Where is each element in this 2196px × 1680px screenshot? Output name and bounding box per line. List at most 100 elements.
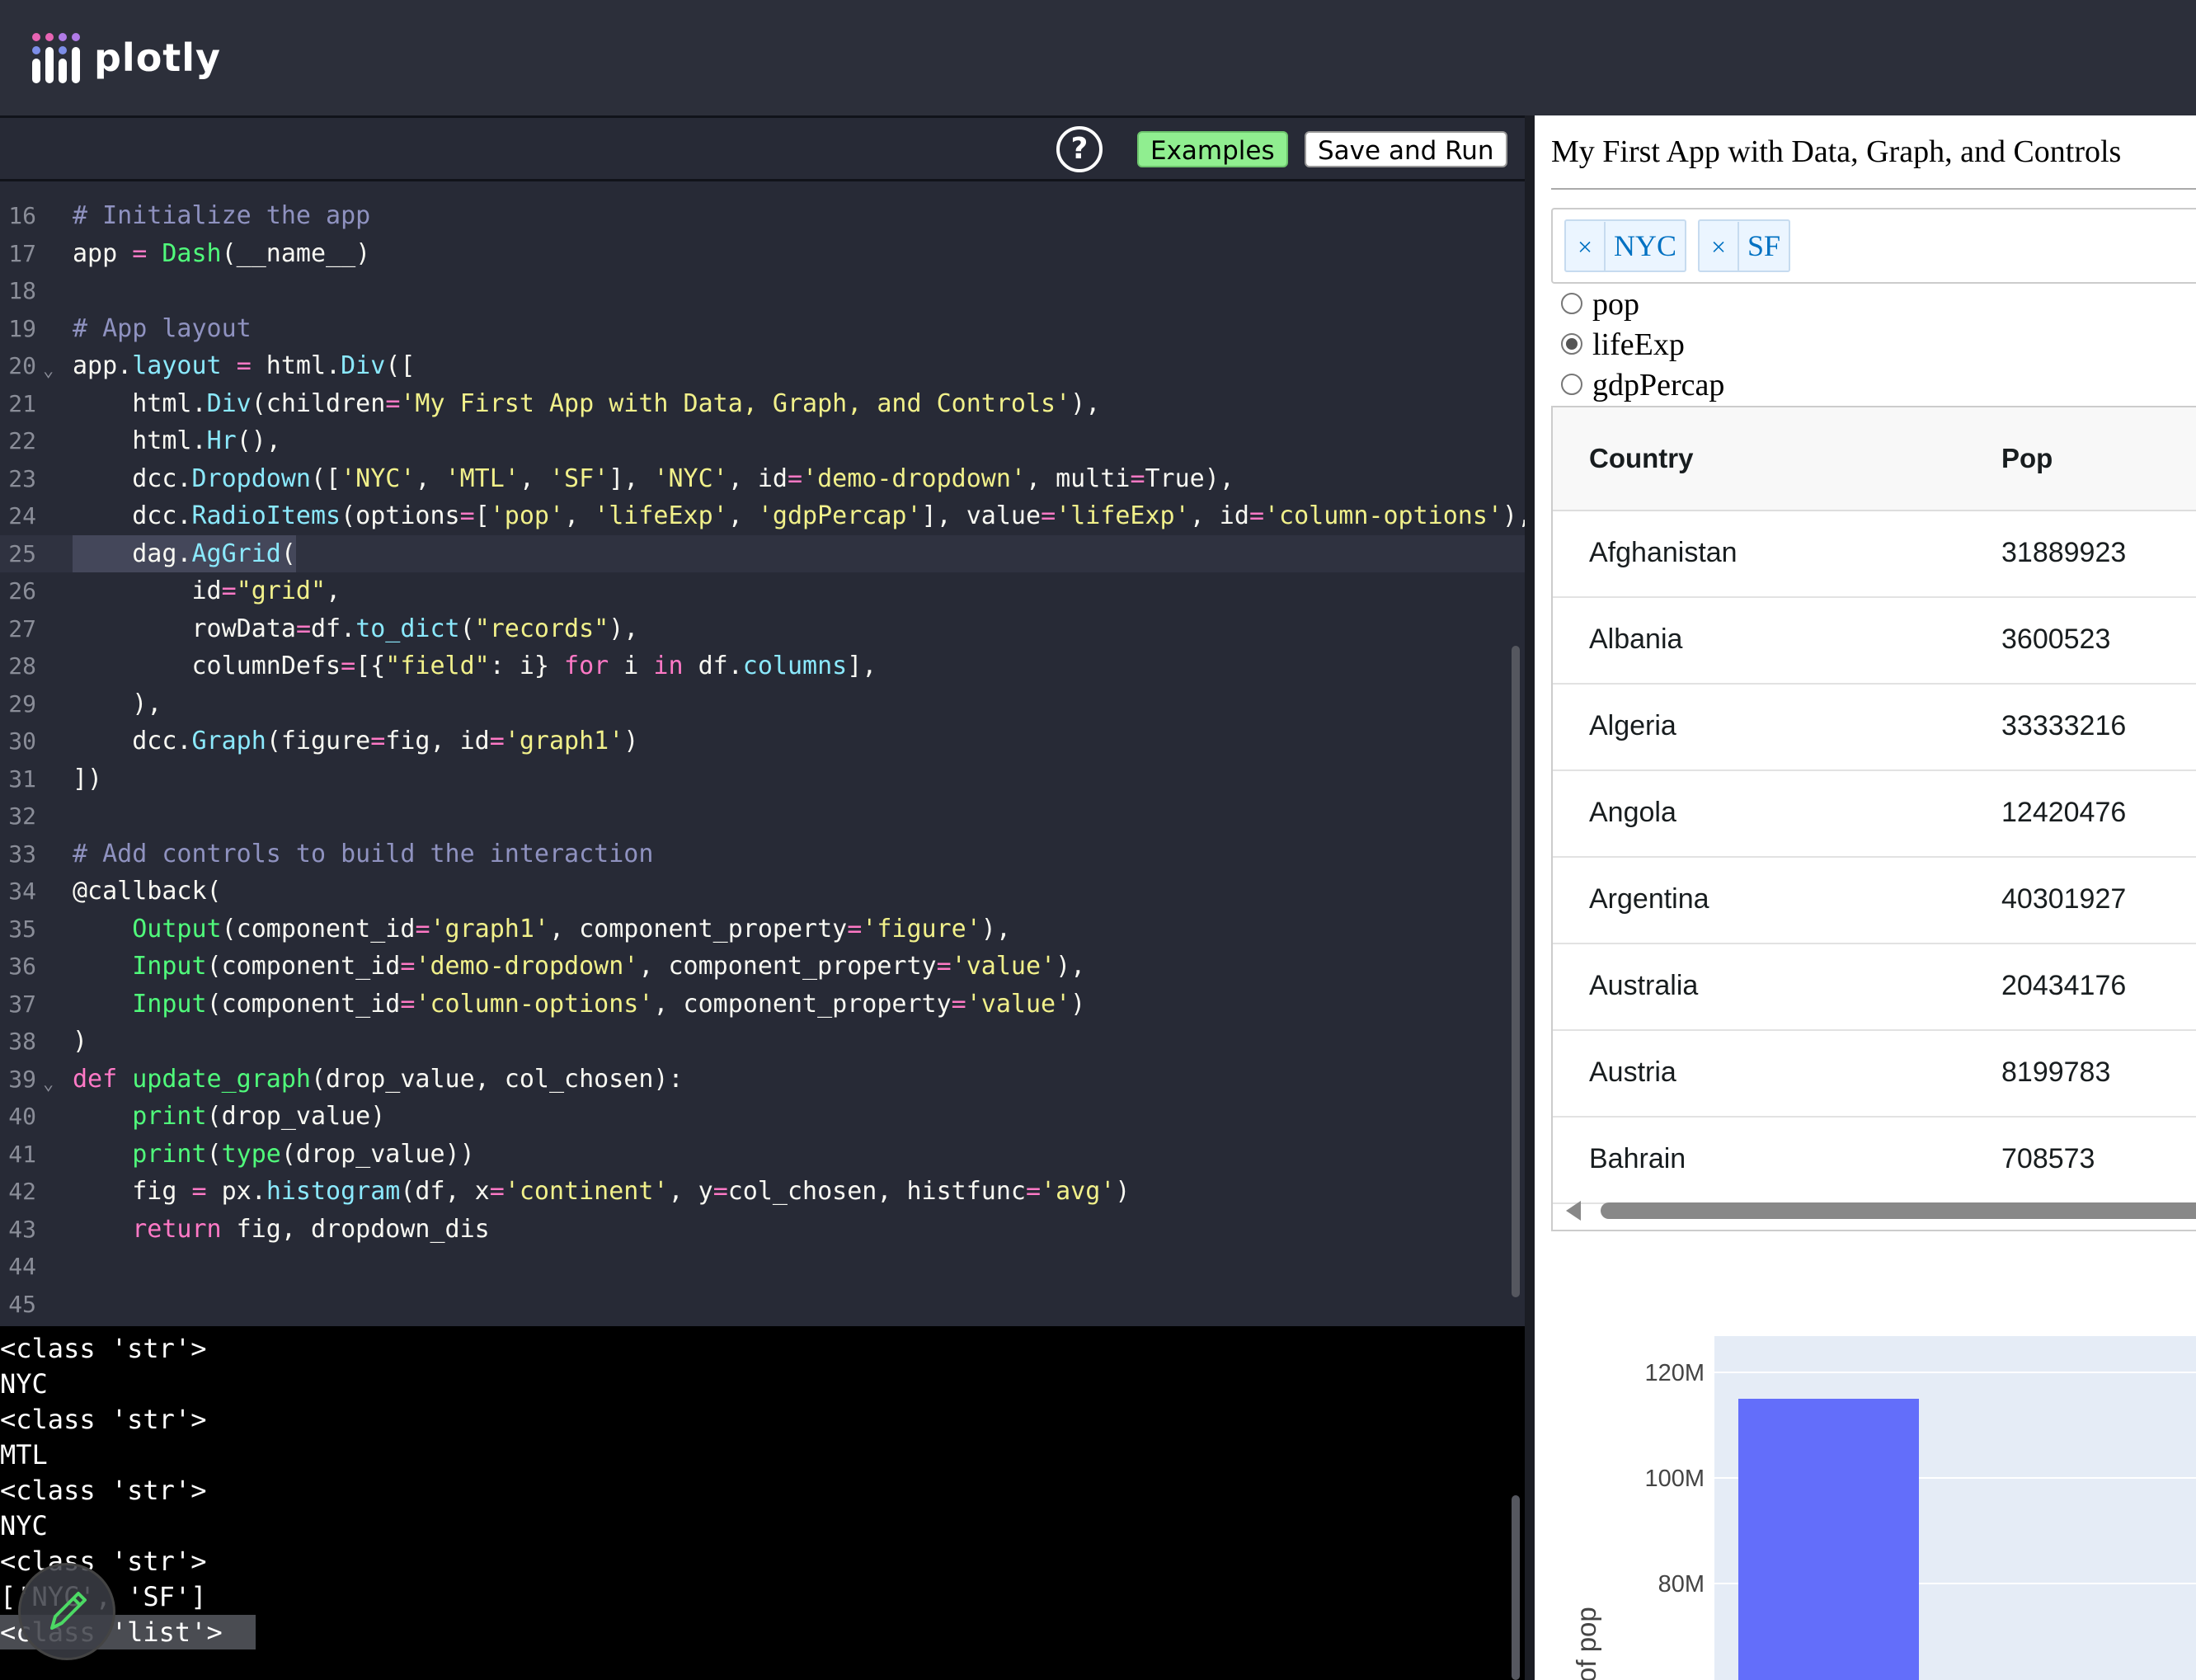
cell-country: Bahrain	[1589, 1143, 1686, 1174]
code-text: # App layout	[73, 313, 252, 343]
code-line[interactable]: 26 id="grid",	[0, 572, 1525, 610]
chip-label: NYC	[1614, 229, 1677, 262]
help-icon[interactable]: ?	[1056, 126, 1103, 172]
remove-icon[interactable]: ×	[1566, 222, 1606, 271]
scrollbar-thumb[interactable]	[1601, 1202, 2196, 1219]
code-line[interactable]: 34 @callback(	[0, 873, 1525, 911]
code-area[interactable]: 16 # Initialize the app 17 app = Dash(__nam…	[0, 179, 1525, 1329]
code-line[interactable]: 40 print(drop_value)	[0, 1098, 1525, 1136]
code-text: dcc.Dropdown(['NYC', 'MTL', 'SF'], 'NYC'…	[73, 464, 1234, 493]
table-row[interactable]: Austria 8199783	[1553, 1029, 2196, 1118]
code-line[interactable]: 24 dcc.RadioItems(options=['pop', 'lifeE…	[0, 497, 1525, 535]
code-line[interactable]: 32	[0, 798, 1525, 835]
line-number: 42	[8, 1178, 36, 1205]
code-line[interactable]: 17 app = Dash(__name__)	[0, 235, 1525, 273]
radio-circle-icon[interactable]	[1561, 293, 1582, 315]
scroll-left-icon[interactable]	[1566, 1201, 1581, 1221]
table-row[interactable]: Bahrain 708573	[1553, 1116, 2196, 1204]
code-line[interactable]: 45	[0, 1286, 1525, 1324]
app-title: My First App with Data, Graph, and Contr…	[1551, 134, 2122, 169]
table-row[interactable]: Algeria 33333216	[1553, 683, 2196, 771]
code-text: ])	[73, 764, 103, 793]
code-line[interactable]: 29 ),	[0, 685, 1525, 723]
grid-header: Country Pop	[1553, 407, 2196, 511]
cell-pop: 31889923	[2001, 537, 2127, 568]
radio-circle-selected-icon[interactable]	[1561, 333, 1582, 355]
histogram-chart[interactable]: 120M 100M 80M 60M of pop	[1535, 1336, 2196, 1680]
remove-icon[interactable]: ×	[1700, 222, 1739, 271]
city-dropdown[interactable]: × NYC × SF	[1551, 208, 2196, 284]
code-line[interactable]: 35 Output(component_id='graph1', compone…	[0, 911, 1525, 948]
console-line: NYC	[0, 1510, 48, 1541]
code-line[interactable]: 20 ⌄ app.layout = html.Div([	[0, 347, 1525, 385]
code-text: html.Div(children='My First App with Dat…	[73, 388, 1101, 418]
examples-button[interactable]: Examples	[1137, 131, 1288, 167]
code-line[interactable]: 25 dag.AgGrid(	[0, 534, 1525, 572]
code-line[interactable]: 37 Input(component_id='column-options', …	[0, 986, 1525, 1024]
line-number: 41	[8, 1140, 36, 1168]
dropdown-chip-sf: × SF	[1698, 219, 1791, 272]
code-text: fig = px.histogram(df, x='continent', y=…	[73, 1177, 1131, 1206]
cell-country: Algeria	[1589, 710, 1676, 741]
code-text: html.Hr(),	[73, 426, 281, 455]
code-line[interactable]: 22 html.Hr(),	[0, 422, 1525, 460]
code-line[interactable]: 42 fig = px.histogram(df, x='continent',…	[0, 1173, 1525, 1211]
line-number: 21	[8, 389, 36, 417]
code-line[interactable]: 19 # App layout	[0, 310, 1525, 348]
code-line[interactable]: 41 print(type(drop_value))	[0, 1136, 1525, 1174]
plotly-logo-icon	[32, 33, 80, 83]
code-line[interactable]: 28 columnDefs=[{"field": i} for i in df.…	[0, 647, 1525, 685]
code-line[interactable]: 21 html.Div(children='My First App with …	[0, 385, 1525, 423]
code-line[interactable]: 18	[0, 272, 1525, 310]
console-line: <class 'str'>	[0, 1475, 207, 1506]
table-row[interactable]: Argentina 40301927	[1553, 856, 2196, 944]
table-row[interactable]: Angola 12420476	[1553, 769, 2196, 858]
cell-pop: 40301927	[2001, 883, 2127, 915]
code-text: columnDefs=[{"field": i} for i in df.col…	[73, 652, 877, 680]
radio-option-gdppercap[interactable]: gdpPercap	[1561, 365, 1724, 406]
code-line[interactable]: 39 ⌄ def update_graph(drop_value, col_chos…	[0, 1061, 1525, 1099]
panel-divider[interactable]	[1525, 115, 1535, 1680]
console-scrollbar[interactable]	[1512, 1495, 1520, 1680]
radio-option-pop[interactable]: pop	[1561, 284, 1639, 325]
editor-scrollbar[interactable]	[1512, 646, 1520, 1297]
code-text: Input(component_id='demo-dropdown', comp…	[132, 952, 1086, 981]
code-line[interactable]: 43 return fig, dropdown_dis	[0, 1211, 1525, 1249]
line-number: 16	[8, 202, 36, 229]
console-line: MTL	[0, 1439, 48, 1471]
line-number: 32	[8, 802, 36, 830]
grid-horizontal-scrollbar[interactable]	[1553, 1193, 2196, 1229]
radio-option-lifeexp[interactable]: lifeExp	[1561, 324, 1685, 365]
chip-label: SF	[1747, 229, 1781, 262]
save-and-run-button[interactable]: Save and Run	[1305, 131, 1507, 167]
table-row[interactable]: Albania 3600523	[1553, 596, 2196, 685]
code-line[interactable]: 30 dcc.Graph(figure=fig, id='graph1')	[0, 722, 1525, 760]
line-number: 26	[8, 577, 36, 605]
code-line[interactable]: 33 # Add controls to build the interactio…	[0, 835, 1525, 873]
code-line[interactable]: 23 dcc.Dropdown(['NYC', 'MTL', 'SF'], 'N…	[0, 460, 1525, 498]
column-header-pop[interactable]: Pop	[2001, 407, 2053, 510]
code-line[interactable]: 44	[0, 1248, 1525, 1286]
column-header-country[interactable]: Country	[1589, 407, 1694, 510]
code-editor-panel: ? Examples Save and Run 16 # Initialize t…	[0, 115, 1525, 1329]
table-row[interactable]: Australia 20434176	[1553, 943, 2196, 1031]
code-line[interactable]: 38)	[0, 1023, 1525, 1061]
line-number: 30	[8, 727, 36, 755]
radio-label: lifeExp	[1592, 327, 1685, 362]
plotly-logo[interactable]: plotly	[31, 31, 221, 84]
line-number: 39	[8, 1065, 36, 1093]
console-line: <class 'str'>	[0, 1404, 207, 1435]
code-line[interactable]: 27 rowData=df.to_dict("records"),	[0, 610, 1525, 648]
edit-pencil-button[interactable]	[18, 1563, 115, 1660]
code-line[interactable]: 16 # Initialize the app	[0, 197, 1525, 235]
line-number: 25	[8, 539, 36, 567]
histogram-bar[interactable]	[1738, 1399, 1919, 1680]
code-line[interactable]: 36 Input(component_id='demo-dropdown', c…	[0, 948, 1525, 986]
line-number: 38	[8, 1028, 36, 1055]
line-number: 18	[8, 277, 36, 304]
cell-country: Albania	[1589, 624, 1683, 655]
code-text: def update_graph(drop_value, col_chosen)…	[73, 1064, 684, 1094]
radio-circle-icon[interactable]	[1561, 374, 1582, 396]
code-line[interactable]: 31])	[0, 760, 1525, 798]
table-row[interactable]: Afghanistan 31889923	[1553, 510, 2196, 598]
